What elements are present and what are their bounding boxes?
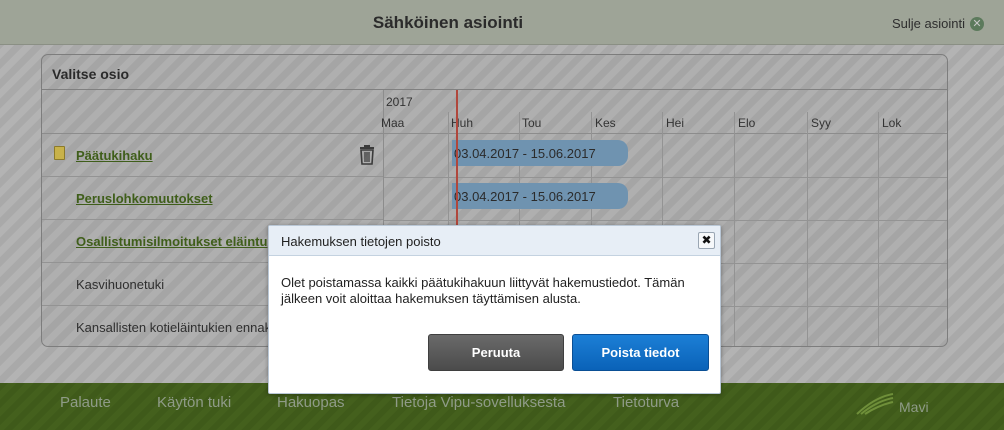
footer-link-palaute[interactable]: Palaute — [60, 394, 111, 411]
section-link-paatukihaku[interactable]: Päätukihaku — [76, 148, 153, 163]
mavi-logo-icon — [856, 393, 894, 415]
cancel-button[interactable]: Peruuta — [428, 334, 564, 371]
grid-line — [878, 112, 879, 346]
month-label: Hei — [666, 116, 685, 130]
list-item: Peruslohkomuutokset — [42, 177, 383, 220]
section-label-kansallisten: Kansallisten kotieläintukien ennak — [76, 319, 272, 335]
page-title: Sähköinen asiointi — [372, 13, 524, 32]
grid-line — [384, 220, 947, 221]
month-label: Elo — [738, 116, 756, 130]
month-label: Lok — [882, 116, 902, 130]
footer-link-tietoturva[interactable]: Tietoturva — [613, 394, 679, 411]
footer-link-tietoja[interactable]: Tietoja Vipu-sovelluksesta — [392, 394, 565, 411]
section-link-peruslohkomuutokset[interactable]: Peruslohkomuutokset — [76, 191, 213, 206]
close-icon: ✕ — [970, 16, 984, 31]
dialog-header: Hakemuksen tietojen poisto ✖ — [269, 226, 720, 256]
section-link-osallistumisilmoitukset[interactable]: Osallistumisilmoitukset eläintu — [76, 234, 267, 249]
grid-line — [807, 112, 808, 346]
mavi-logo: Mavi — [855, 393, 929, 415]
dialog-title: Hakemuksen tietojen poisto — [281, 234, 441, 249]
month-label: Huh — [451, 116, 474, 130]
footer-link-kayton-tuki[interactable]: Käytön tuki — [157, 394, 231, 411]
delete-data-button[interactable]: Poista tiedot — [572, 334, 709, 371]
period-bar-paatukihaku[interactable]: 03.04.2017 - 15.06.2017 — [452, 140, 628, 166]
month-label: Kes — [595, 116, 616, 130]
month-label: Tou — [522, 116, 542, 130]
delete-confirm-dialog: Hakemuksen tietojen poisto ✖ Olet poista… — [268, 225, 721, 394]
footer-link-hakuopas[interactable]: Hakuopas — [277, 394, 345, 411]
close-session-label: Sulje asiointi — [892, 16, 965, 31]
month-label: Maa — [381, 116, 405, 130]
panel-title: Valitse osio — [42, 55, 947, 90]
dialog-body: Olet poistamassa kaikki päätukihakuun li… — [269, 256, 720, 334]
dialog-close-button[interactable]: ✖ — [698, 232, 715, 249]
section-list-header — [42, 90, 383, 134]
mavi-logo-text: Mavi — [899, 399, 929, 415]
trash-icon[interactable] — [358, 145, 376, 165]
top-bar: Sähköinen asiointi Sulje asiointi ✕ — [0, 0, 1004, 45]
list-item: Päätukihaku — [42, 134, 383, 177]
period-bar-peruslohkomuutokset[interactable]: 03.04.2017 - 15.06.2017 — [452, 183, 628, 209]
timeline-months: Maa Huh Tou Kes Hei Elo Syy Lok — [381, 112, 947, 134]
close-icon: ✖ — [701, 233, 712, 247]
grid-line — [384, 177, 947, 178]
folder-icon — [54, 146, 65, 160]
section-label-kasvihuonetuki: Kasvihuonetuki — [76, 276, 165, 292]
dialog-message: Olet poistamassa kaikki päätukihakuun li… — [281, 275, 685, 306]
month-label: Syy — [811, 116, 832, 130]
timeline-year: 2017 — [386, 95, 413, 109]
grid-line — [734, 112, 735, 346]
close-session-link[interactable]: Sulje asiointi ✕ — [892, 16, 984, 31]
